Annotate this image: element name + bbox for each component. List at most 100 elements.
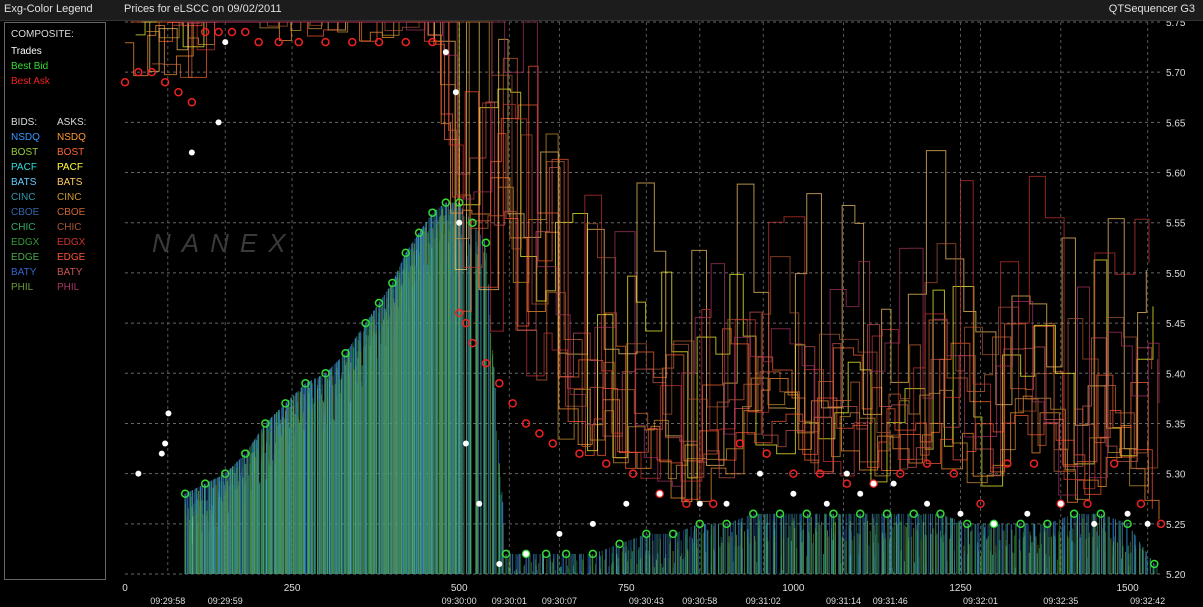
legend-ask-edgx: EDGX <box>57 237 86 248</box>
trade-point <box>162 440 169 447</box>
trade-point <box>696 500 703 507</box>
y-tick-label: 5.45 <box>1166 319 1186 330</box>
time-label: 09:32:01 <box>963 596 998 606</box>
trade-point <box>857 490 864 497</box>
trade-point <box>1024 510 1031 517</box>
legend-ask-nsdq: NSDQ <box>57 132 86 143</box>
trade-point <box>870 480 877 487</box>
trade-point <box>756 470 763 477</box>
legend-bid-phil: PHIL <box>11 282 34 293</box>
asks-label: ASKS: <box>57 117 87 128</box>
time-label: 09:30:58 <box>682 596 717 606</box>
legend-bid-cinc: CINC <box>11 192 36 203</box>
watermark: NANEX <box>152 228 297 258</box>
legend-bid-pacf: PACF <box>11 162 37 173</box>
y-axis: 5.20 5.25 5.30 5.35 5.40 5.45 5.50 5.55 5.60 5.65… <box>1166 18 1186 581</box>
time-label: 09:29:59 <box>208 596 243 606</box>
trade-point <box>452 89 459 96</box>
x-tick-label: 250 <box>284 583 301 594</box>
trade-point <box>476 500 483 507</box>
trade-point <box>1144 520 1151 527</box>
time-label: 09:31:02 <box>746 596 781 606</box>
trade-point <box>222 39 229 46</box>
legend-bid-bats: BATS <box>11 177 37 188</box>
trade-point <box>823 500 830 507</box>
x-tick-label: 0 <box>122 583 128 594</box>
legend-bid-edge: EDGE <box>11 252 40 263</box>
legend-ask-bost: BOST <box>57 147 85 158</box>
trade-point <box>1057 500 1064 507</box>
trade-point <box>990 520 997 527</box>
composite-label: COMPOSITE: <box>11 29 74 40</box>
x-axis: 0 250 500 750 1000 1250 1500 09:29:58 09:29:59 09… <box>122 583 1165 606</box>
time-label: 09:31:14 <box>826 596 861 606</box>
trade-point <box>188 149 195 156</box>
trade-point <box>790 490 797 497</box>
app-name: QTSequencer G3 <box>1108 3 1195 15</box>
legend-bid-baty: BATY <box>11 267 37 278</box>
trade-point <box>723 500 730 507</box>
x-tick-label: 1500 <box>1116 583 1139 594</box>
trade-point <box>456 219 463 226</box>
x-tick-label: 1250 <box>949 583 972 594</box>
chart-title: Prices for eLSCC on 09/02/2011 <box>124 3 282 15</box>
title-bar: Exg-Color Legend Prices for eLSCC on 09/… <box>0 0 1203 21</box>
time-label: 09:31:46 <box>873 596 908 606</box>
legend-ask-cboe: CBOE <box>57 207 86 218</box>
y-tick-label: 5.65 <box>1166 118 1186 129</box>
trade-point <box>656 490 663 497</box>
trade-point <box>1124 510 1131 517</box>
time-label: 09:30:43 <box>629 596 664 606</box>
y-tick-label: 5.30 <box>1166 470 1186 481</box>
y-tick-label: 5.60 <box>1166 169 1186 180</box>
legend-best-ask: Best Ask <box>11 76 50 87</box>
y-tick-label: 5.50 <box>1166 269 1186 280</box>
legend-trades: Trades <box>11 46 42 57</box>
time-label: 09:29:58 <box>150 596 185 606</box>
trade-point <box>165 410 172 417</box>
legend-bid-chic: CHIC <box>11 222 36 233</box>
trade-point <box>890 480 897 487</box>
trade-point <box>1091 520 1098 527</box>
legend-ask-pacf: PACF <box>57 162 83 173</box>
legend-ask-edge: EDGE <box>57 252 86 263</box>
trade-point <box>462 440 469 447</box>
y-tick-label: 5.20 <box>1166 570 1186 581</box>
trade-point <box>924 500 931 507</box>
trade-point <box>215 119 222 126</box>
y-tick-label: 5.70 <box>1166 68 1186 79</box>
legend-ask-chic: CHIC <box>57 222 82 233</box>
trade-point <box>442 49 449 56</box>
exchange-color-legend: COMPOSITE: Trades Best Bid Best Ask BIDS… <box>4 22 106 580</box>
trade-point <box>496 560 503 567</box>
trade-point <box>589 520 596 527</box>
time-label: 09:30:07 <box>542 596 577 606</box>
time-label: 09:32:42 <box>1130 596 1165 606</box>
legend-bid-bost: BOST <box>11 147 39 158</box>
legend-best-bid: Best Bid <box>11 61 49 72</box>
trade-point <box>135 470 142 477</box>
y-tick-label: 5.25 <box>1166 520 1186 531</box>
price-chart: 5.20 5.25 5.30 5.35 5.40 5.45 5.50 5.55 5.60 5.65… <box>120 18 1186 606</box>
time-label: 09:30:01 <box>492 596 527 606</box>
legend-ask-bats: BATS <box>57 177 83 188</box>
x-tick-label: 750 <box>618 583 635 594</box>
time-label: 09:32:35 <box>1043 596 1078 606</box>
trade-point <box>158 450 165 457</box>
legend-bid-edgx: EDGX <box>11 237 40 248</box>
y-tick-label: 5.35 <box>1166 419 1186 430</box>
x-tick-label: 1000 <box>782 583 805 594</box>
bids-label: BIDS: <box>11 117 38 128</box>
trade-point <box>523 550 530 557</box>
legend-title: Exg-Color Legend <box>4 3 93 15</box>
legend-ask-baty: BATY <box>57 267 83 278</box>
x-tick-label: 500 <box>451 583 468 594</box>
trade-point <box>843 470 850 477</box>
trade-point <box>957 510 964 517</box>
legend-ask-phil: PHIL <box>57 282 80 293</box>
legend-bid-cboe: CBOE <box>11 207 40 218</box>
y-tick-label: 5.55 <box>1166 219 1186 230</box>
legend-ask-cinc: CINC <box>57 192 82 203</box>
legend-bid-nsdq: NSDQ <box>11 132 40 143</box>
trade-point <box>556 530 563 537</box>
